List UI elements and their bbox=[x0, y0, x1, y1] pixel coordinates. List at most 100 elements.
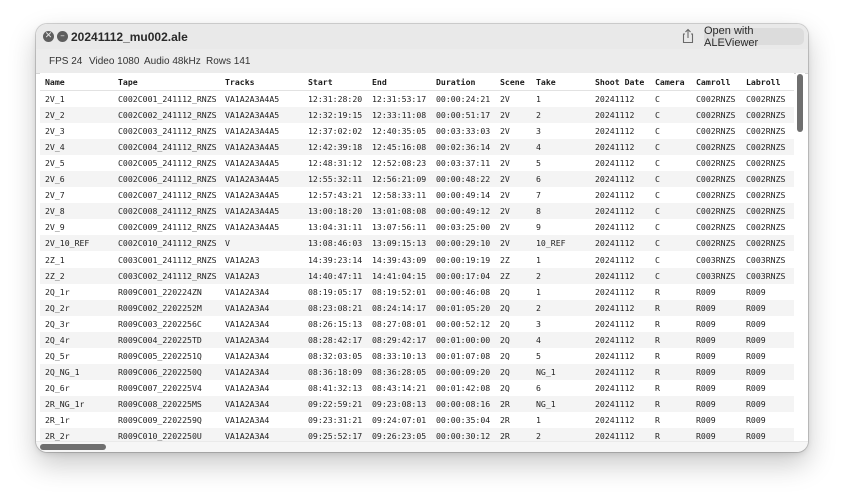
table-cell: C bbox=[655, 94, 660, 104]
table-cell: 13:07:56:11 bbox=[372, 222, 427, 233]
table-cell: 14:40:47:11 bbox=[308, 270, 363, 281]
table-cell: R009 bbox=[696, 318, 716, 329]
table-cell: 08:19:52:01 bbox=[372, 286, 427, 297]
close-icon[interactable]: ✕ bbox=[43, 31, 54, 42]
table-row[interactable]: 2V_9 C002C009_241112_RNZS VA1A2A3A4A5 13:04… bbox=[40, 219, 794, 235]
table-cell: 00:01:00:00 bbox=[436, 334, 491, 345]
table-cell: C002RNZS bbox=[696, 222, 736, 233]
table-cell: 2R_1r bbox=[45, 415, 70, 425]
table-cell: 12:56:21:09 bbox=[372, 174, 427, 185]
column-header[interactable]: Duration bbox=[436, 73, 475, 90]
column-header[interactable]: Take bbox=[536, 73, 556, 90]
table-cell: NG_1 bbox=[536, 366, 556, 377]
table-row[interactable]: 2Q_3r R009C003_2202256C VA1A2A3A4 08:26:15:… bbox=[40, 316, 794, 332]
table-row[interactable]: 2R_NG_1r R009C008_220225MS VA1A2A3A4 09:22:… bbox=[40, 395, 794, 412]
share-icon[interactable] bbox=[681, 28, 695, 44]
table-row[interactable]: 2V_4 C002C004_241112_RNZS VA1A2A3A4A5 12:42… bbox=[40, 139, 794, 156]
ale-table[interactable]: Name Tape Tracks Start End Duration Scene Take S… bbox=[40, 73, 794, 441]
table-row[interactable]: 2Q_4r R009C004_220225TD VA1A2A3A4 08:28:42:… bbox=[40, 331, 794, 348]
column-header[interactable]: Camroll bbox=[696, 73, 731, 90]
column-header[interactable]: Start bbox=[308, 73, 333, 90]
table-cell: 4 bbox=[536, 334, 541, 345]
table-cell: 00:01:05:20 bbox=[436, 302, 491, 313]
table-cell: 08:24:14:17 bbox=[372, 302, 427, 313]
table-cell: C003RNZS bbox=[746, 254, 786, 265]
table-cell: 12:33:11:08 bbox=[372, 110, 427, 121]
table-cell: C bbox=[655, 126, 660, 137]
table-cell: C002RNZS bbox=[696, 126, 736, 137]
table-row[interactable]: 2Q_NG_1 R009C006_2202250Q VA1A2A3A4 08:36:1… bbox=[40, 363, 794, 380]
column-header[interactable]: Shoot Date bbox=[595, 73, 644, 90]
table-cell: VA1A2A3A4 bbox=[225, 415, 270, 425]
table-cell: R009 bbox=[746, 398, 766, 409]
column-header[interactable]: Name bbox=[45, 73, 65, 90]
title-bar: ✕ – 20241112_mu002.ale Open with ALEView… bbox=[36, 24, 808, 49]
table-cell: 20241112 bbox=[595, 222, 635, 233]
table-cell: 09:25:52:17 bbox=[308, 431, 363, 441]
column-header[interactable]: Tape bbox=[118, 73, 138, 90]
vertical-scrollbar-thumb[interactable] bbox=[797, 74, 803, 132]
table-row[interactable]: 2V_6 C002C006_241112_RNZS VA1A2A3A4A5 12:55… bbox=[40, 171, 794, 188]
table-row[interactable]: 2V_2 C002C002_241112_RNZS VA1A2A3A4A5 12:32… bbox=[40, 107, 794, 124]
table-cell: 2R bbox=[500, 415, 510, 425]
table-cell: 3 bbox=[536, 126, 541, 137]
table-cell: 14:39:23:14 bbox=[308, 254, 363, 265]
column-header[interactable]: Tracks bbox=[225, 73, 255, 90]
table-cell: 1 bbox=[536, 286, 541, 297]
table-row[interactable]: 2V_3 C002C003_241112_RNZS VA1A2A3A4A5 12:37… bbox=[40, 123, 794, 139]
table-cell: VA1A2A3A4A5 bbox=[225, 142, 280, 153]
table-row[interactable]: 2Q_2r R009C002_2202252M VA1A2A3A4 08:23:08:… bbox=[40, 299, 794, 316]
table-cell: R009C003_2202256C bbox=[118, 318, 202, 329]
table-row[interactable]: 2V_8 C002C008_241112_RNZS VA1A2A3A4A5 13:00… bbox=[40, 203, 794, 220]
table-cell: R009 bbox=[696, 350, 716, 361]
table-cell: 2V bbox=[500, 190, 510, 201]
table-cell: 20241112 bbox=[595, 254, 635, 265]
table-cell: VA1A2A3A4A5 bbox=[225, 190, 280, 201]
column-header[interactable]: Scene bbox=[500, 73, 525, 90]
table-cell: 12:40:35:05 bbox=[372, 126, 427, 137]
horizontal-scrollbar[interactable] bbox=[36, 441, 808, 452]
open-with-aleviewer-button[interactable]: Open with ALEViewer bbox=[704, 25, 804, 49]
table-cell: 00:03:33:03 bbox=[436, 126, 491, 137]
table-cell: 20241112 bbox=[595, 350, 635, 361]
table-cell: VA1A2A3A4 bbox=[225, 350, 270, 361]
table-row[interactable]: 2V_7 C002C007_241112_RNZS VA1A2A3A4A5 12:57… bbox=[40, 187, 794, 203]
table-cell: 2V bbox=[500, 158, 510, 169]
table-cell: C002C007_241112_RNZS bbox=[118, 190, 217, 201]
horizontal-scrollbar-thumb[interactable] bbox=[40, 444, 106, 450]
table-row[interactable]: 2Q_5r R009C005_2202251Q VA1A2A3A4 08:32:03:… bbox=[40, 348, 794, 364]
table-cell: 5 bbox=[536, 350, 541, 361]
table-cell: 2Q bbox=[500, 334, 510, 345]
table-row[interactable]: 2V_1 C002C001_241112_RNZS VA1A2A3A4A5 12:31… bbox=[40, 91, 794, 107]
table-cell: C bbox=[655, 174, 660, 185]
table-cell: 09:22:59:21 bbox=[308, 398, 363, 409]
table-row[interactable]: 2R_1r R009C009_2202259Q VA1A2A3A4 09:23:31:… bbox=[40, 412, 794, 428]
column-header[interactable]: Labroll bbox=[746, 73, 781, 90]
table-cell: C003RNZS bbox=[696, 270, 736, 281]
table-row[interactable]: 2Q_1r R009C001_220224ZN VA1A2A3A4 08:19:05:… bbox=[40, 284, 794, 300]
column-header[interactable]: End bbox=[372, 73, 387, 90]
table-cell: VA1A2A3A4A5 bbox=[225, 206, 280, 217]
table-cell: 00:00:48:22 bbox=[436, 174, 491, 185]
column-header[interactable]: Camera bbox=[655, 73, 685, 90]
table-cell: 2 bbox=[536, 270, 541, 281]
table-cell: 2V_2 bbox=[45, 110, 65, 121]
table-cell: 2R_2r bbox=[45, 431, 70, 441]
table-cell: 20241112 bbox=[595, 398, 635, 409]
table-cell: VA1A2A3A4A5 bbox=[225, 174, 280, 185]
table-row[interactable]: 2V_5 C002C005_241112_RNZS VA1A2A3A4A5 12:48… bbox=[40, 155, 794, 171]
table-row[interactable]: 2V_10_REF C002C010_241112_RNZS V 13:08:46:0… bbox=[40, 235, 794, 252]
table-cell: 2V_4 bbox=[45, 142, 65, 153]
table-cell: R bbox=[655, 334, 660, 345]
table-cell: C002RNZS bbox=[746, 190, 786, 201]
table-cell: C002C004_241112_RNZS bbox=[118, 142, 217, 153]
table-row[interactable]: 2Q_6r R009C007_220225V4 VA1A2A3A4 08:41:32:… bbox=[40, 380, 794, 396]
table-cell: C bbox=[655, 142, 660, 153]
table-cell: 2Z_1 bbox=[45, 254, 65, 265]
table-row[interactable]: 2Z_2 C003C002_241112_RNZS VA1A2A3 14:40:47:… bbox=[40, 267, 794, 284]
table-cell: 20241112 bbox=[595, 334, 635, 345]
table-cell: VA1A2A3A4A5 bbox=[225, 222, 280, 233]
table-row[interactable]: 2Z_1 C003C001_241112_RNZS VA1A2A3 14:39:23:… bbox=[40, 252, 794, 268]
table-row[interactable]: 2R_2r R009C010_2202250U VA1A2A3A4 09:25:52:… bbox=[40, 428, 794, 441]
minus-icon[interactable]: – bbox=[57, 31, 68, 42]
